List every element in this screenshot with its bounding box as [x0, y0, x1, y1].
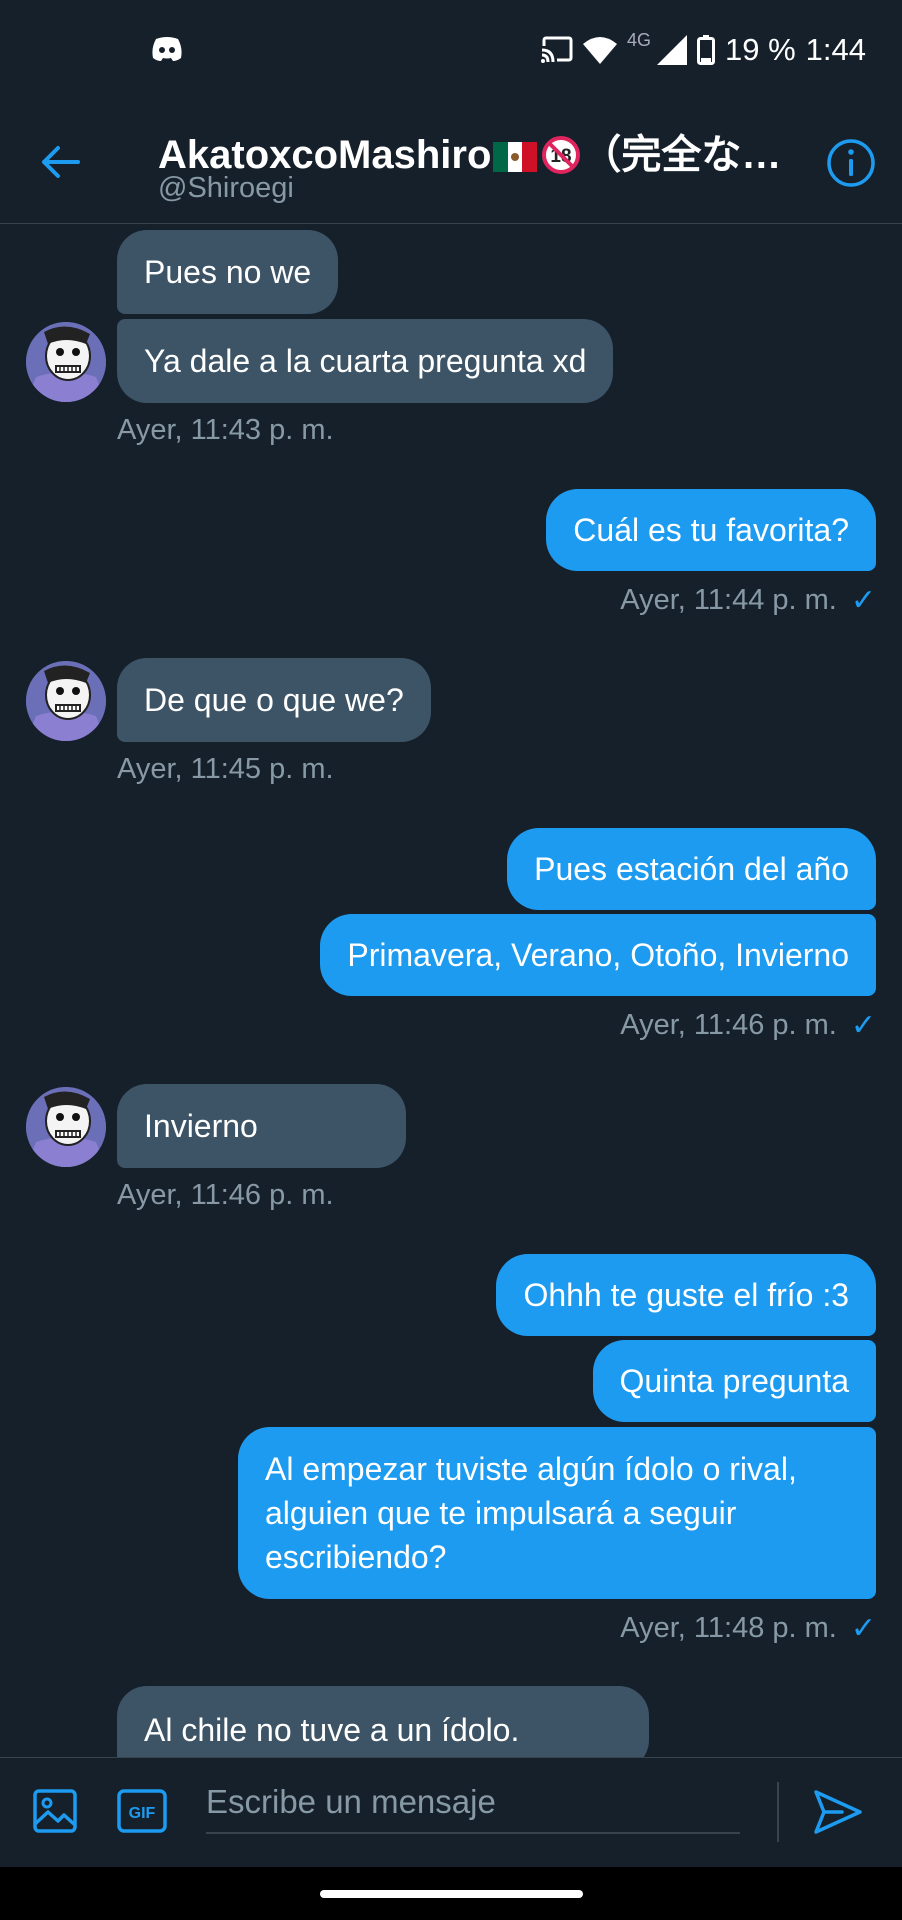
message-text: Pues no we — [144, 254, 312, 290]
mexico-flag-icon — [493, 142, 538, 172]
sent-message[interactable]: Pues estación del año — [507, 828, 876, 910]
back-arrow-icon[interactable] — [38, 140, 82, 184]
conversation-header: AkatoxcoMashiro 18 （完全な… @Shiroegi — [0, 100, 902, 224]
signal-icon — [656, 35, 687, 65]
battery-icon — [696, 35, 715, 65]
message-text: Ya dale a la cuarta pregunta xd — [144, 343, 587, 379]
cast-icon — [540, 36, 573, 64]
message-text: Al chile no tuve a un ídolo. — [144, 1712, 520, 1748]
message-timestamp: Ayer, 11:45 p. m. — [117, 753, 334, 785]
gif-icon[interactable]: GIF — [117, 1788, 167, 1834]
battery-percent: 19 % — [724, 32, 796, 67]
info-icon[interactable] — [826, 138, 876, 188]
message-text: Ohhh te guste el frío :3 — [523, 1277, 849, 1313]
received-message[interactable]: De que o que we? — [117, 658, 431, 742]
message-status: Ayer, 11:48 p. m. ✓ — [620, 1611, 876, 1646]
sent-message[interactable]: Al empezar tuviste algún ídolo o rival, … — [238, 1427, 876, 1599]
message-text: Cuál es tu favorita? — [573, 512, 849, 548]
sent-message[interactable]: Cuál es tu favorita? — [546, 489, 876, 571]
read-check-icon: ✓ — [850, 1009, 876, 1042]
sent-message[interactable]: Quinta pregunta — [592, 1340, 876, 1422]
wifi-icon — [582, 37, 617, 64]
message-text: Invierno — [144, 1108, 258, 1144]
message-timestamp: Ayer, 11:46 p. m. — [620, 1009, 837, 1041]
message-text: Quinta pregunta — [619, 1363, 850, 1399]
system-navigation-bar — [0, 1867, 902, 1920]
gif-label: GIF — [129, 1805, 156, 1822]
avatar[interactable] — [26, 661, 106, 741]
avatar-illustration — [26, 1087, 106, 1167]
message-input[interactable] — [206, 1772, 740, 1834]
no-under-18-icon: 18 — [542, 136, 581, 174]
message-timestamp: Ayer, 11:43 p. m. — [117, 414, 334, 446]
clock: 1:44 — [805, 32, 866, 67]
message-status: Ayer, 11:46 p. m. ✓ — [620, 1008, 876, 1043]
message-text: Al empezar tuviste algún ídolo o rival, … — [265, 1451, 797, 1575]
avatar[interactable] — [26, 1087, 106, 1167]
send-icon[interactable] — [812, 1786, 864, 1838]
discord-notification-icon — [152, 37, 182, 61]
status-bar: 4G 19 % 1:44 — [0, 0, 902, 100]
received-message[interactable]: Ya dale a la cuarta pregunta xd — [117, 319, 614, 403]
message-timestamp: Ayer, 11:48 p. m. — [620, 1612, 837, 1644]
network-type-label: 4G — [626, 29, 651, 50]
avatar-illustration — [26, 322, 106, 402]
read-check-icon: ✓ — [850, 584, 876, 617]
message-text: De que o que we? — [144, 682, 404, 718]
message-timestamp: Ayer, 11:44 p. m. — [620, 584, 837, 616]
message-timestamp: Ayer, 11:46 p. m. — [117, 1179, 334, 1211]
sent-message[interactable]: Ohhh te guste el frío :3 — [496, 1254, 876, 1336]
image-icon[interactable] — [32, 1788, 78, 1834]
composer-divider — [777, 1782, 779, 1842]
message-status: Ayer, 11:44 p. m. ✓ — [620, 583, 876, 618]
contact-handle: @Shiroegi — [158, 172, 294, 204]
message-composer: GIF — [0, 1757, 902, 1868]
message-text: Primavera, Verano, Otoño, Invierno — [347, 937, 849, 973]
read-check-icon: ✓ — [850, 1612, 876, 1645]
home-gesture-handle[interactable] — [320, 1890, 583, 1898]
contact-name-suffix: （完全な… — [581, 133, 782, 177]
avatar-illustration — [26, 661, 106, 741]
sent-message[interactable]: Primavera, Verano, Otoño, Invierno — [320, 914, 876, 996]
avatar[interactable] — [26, 322, 106, 402]
contact-name: AkatoxcoMashiro — [158, 133, 492, 177]
message-text: Pues estación del año — [534, 851, 849, 887]
received-message[interactable]: Invierno — [117, 1084, 406, 1168]
received-message[interactable]: Pues no we — [117, 230, 339, 314]
